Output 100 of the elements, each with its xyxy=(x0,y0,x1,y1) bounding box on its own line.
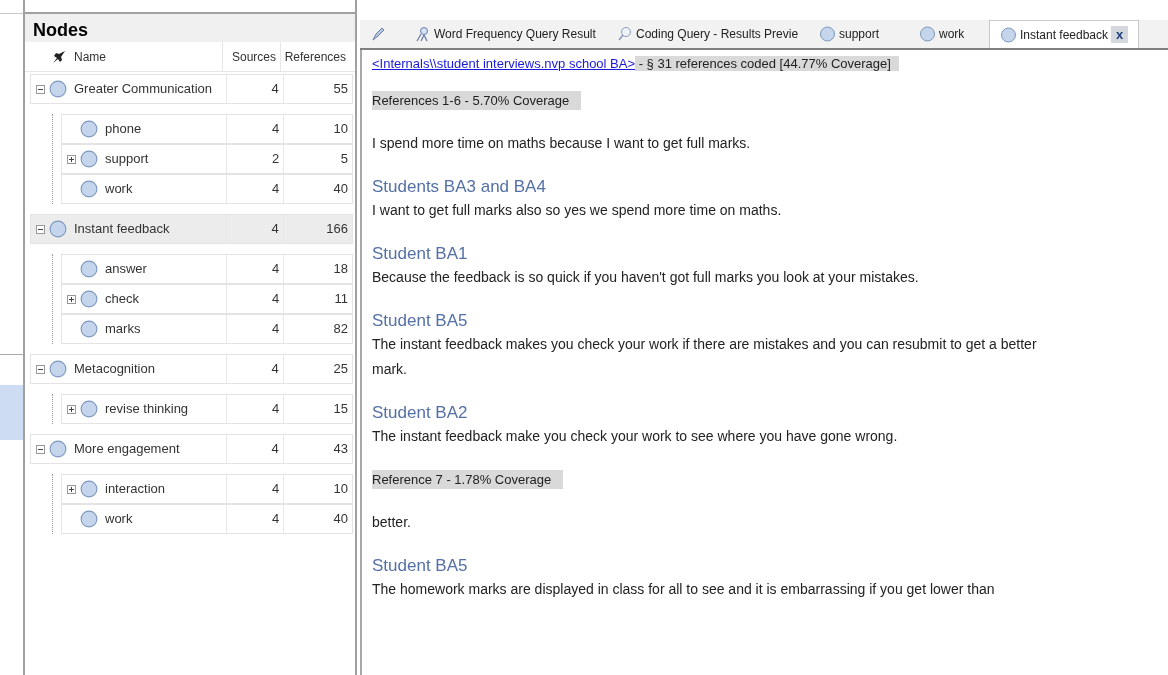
node-name: revise thinking xyxy=(104,400,189,419)
table-cell: 15 xyxy=(283,395,352,423)
tree-row[interactable]: More engagement 4 43 xyxy=(30,434,353,464)
node-name: Greater Communication xyxy=(73,80,212,99)
column-header[interactable]: References xyxy=(280,42,350,71)
table-cell: 4 xyxy=(226,315,284,343)
quote-text: I spend more time on maths because I want to get full marks. xyxy=(372,134,751,153)
node-icon xyxy=(819,26,836,42)
node-name: phone xyxy=(104,120,142,139)
expand-icon[interactable] xyxy=(66,294,76,304)
node-name: work xyxy=(104,510,133,529)
table-cell: 2 xyxy=(226,145,284,173)
expand-icon[interactable] xyxy=(66,484,76,494)
expand-icon[interactable] xyxy=(66,154,76,164)
node-icon xyxy=(80,320,98,338)
node-icon xyxy=(1000,26,1017,43)
node-icon xyxy=(919,26,936,42)
table-cell: 4 xyxy=(225,355,283,383)
node-icon xyxy=(80,290,98,308)
tab[interactable]: support xyxy=(809,20,909,48)
node-name: answer xyxy=(104,260,147,279)
node-icon xyxy=(49,440,67,458)
tree-row[interactable]: check 4 11 xyxy=(61,284,353,314)
node-name: check xyxy=(104,290,139,309)
tree-row[interactable]: Metacognition 4 25 xyxy=(30,354,353,384)
speaker-heading: Student BA2 xyxy=(372,402,468,424)
table-cell: 18 xyxy=(283,255,352,283)
table-cell: 10 xyxy=(283,115,352,143)
table-cell: 10 xyxy=(283,475,352,503)
table-cell: 166 xyxy=(282,215,352,243)
table-cell: 4 xyxy=(226,115,284,143)
speaker-heading: Students BA3 and BA4 xyxy=(372,176,546,198)
tab[interactable]: Word Frequency Query Result xyxy=(405,20,607,48)
table-cell: 43 xyxy=(282,435,352,463)
collapse-icon[interactable] xyxy=(35,224,45,234)
selection-highlight xyxy=(0,385,23,440)
tab[interactable]: work xyxy=(909,20,989,48)
node-icon xyxy=(80,400,98,418)
node-icon xyxy=(80,150,98,168)
person-icon xyxy=(415,26,431,42)
column-header[interactable]: Sources xyxy=(222,42,280,71)
tree-row[interactable]: Greater Communication 4 55 xyxy=(30,74,353,104)
collapse-icon[interactable] xyxy=(35,364,45,374)
quote-text: Because the feedback is so quick if you haven't got full marks you look at your mistakes. xyxy=(372,268,919,287)
tree-row[interactable]: marks 4 82 xyxy=(61,314,353,344)
quote-text: better. xyxy=(372,513,411,532)
pin-icon[interactable] xyxy=(52,49,66,64)
expand-icon[interactable] xyxy=(66,404,76,414)
column-header[interactable]: Name xyxy=(70,47,222,66)
quote-text: The homework marks are displayed in class for all to see and it is embarrassing if you get lower than xyxy=(372,580,995,599)
tab[interactable]: Coding Query - Results Previe xyxy=(607,20,809,48)
node-name: Metacognition xyxy=(73,360,155,379)
coverage-summary: - § 31 references coded [44.77% Coverage] xyxy=(635,56,899,71)
table-cell: 55 xyxy=(282,75,352,103)
table-cell: 4 xyxy=(226,175,284,203)
tree-row[interactable]: answer 4 18 xyxy=(61,254,353,284)
table-cell: 4 xyxy=(225,75,283,103)
table-cell: 82 xyxy=(283,315,352,343)
close-button[interactable]: x xyxy=(1111,26,1128,43)
panel-title: Nodes xyxy=(25,14,355,42)
tree-row[interactable]: revise thinking 4 15 xyxy=(61,394,353,424)
table-cell: 5 xyxy=(283,145,352,173)
node-icon xyxy=(49,220,67,238)
table-cell: 11 xyxy=(283,285,352,313)
table-cell: 4 xyxy=(226,505,284,533)
tab[interactable]: Instant feedback x xyxy=(989,20,1139,48)
node-name: Instant feedback xyxy=(73,220,170,239)
tree-row[interactable]: work 4 40 xyxy=(61,174,353,204)
collapse-icon[interactable] xyxy=(35,84,45,94)
node-icon xyxy=(80,180,98,198)
reference-heading: Reference 7 - 1.78% Coverage xyxy=(372,470,564,489)
node-name: interaction xyxy=(104,480,165,499)
node-icon xyxy=(80,120,98,138)
node-icon xyxy=(49,360,67,378)
node-icon xyxy=(80,480,98,498)
quote-text: The instant feedback make you check your work to see where you have gone wrong. xyxy=(372,427,898,446)
quote-text: I want to get full marks also so yes we spend more time on maths. xyxy=(372,201,782,220)
table-cell: 4 xyxy=(226,395,284,423)
node-name: More engagement xyxy=(73,440,180,459)
tree-row[interactable]: support 2 5 xyxy=(61,144,353,174)
node-name: support xyxy=(104,150,149,169)
table-cell: 4 xyxy=(225,435,283,463)
speaker-heading: Student BA5 xyxy=(372,310,468,332)
tree-row[interactable]: Instant feedback 4 166 xyxy=(30,214,353,244)
search-icon xyxy=(617,26,633,42)
node-name: work xyxy=(104,180,133,199)
speaker-heading: Student BA1 xyxy=(372,243,468,265)
table-cell: 25 xyxy=(282,355,352,383)
table-cell: 4 xyxy=(226,285,284,313)
pen-icon xyxy=(370,26,386,42)
tree-row[interactable]: interaction 4 10 xyxy=(61,474,353,504)
speaker-heading: Student BA5 xyxy=(372,555,468,577)
tree-row[interactable]: work 4 40 xyxy=(61,504,353,534)
node-icon xyxy=(49,80,67,98)
table-cell: 4 xyxy=(226,255,284,283)
node-icon xyxy=(80,510,98,528)
reference-heading: References 1-6 - 5.70% Coverage xyxy=(372,91,582,110)
document-link[interactable]: <Internals\\student interviews.nvp school BA> xyxy=(372,56,636,71)
collapse-icon[interactable] xyxy=(35,444,45,454)
tree-row[interactable]: phone 4 10 xyxy=(61,114,353,144)
